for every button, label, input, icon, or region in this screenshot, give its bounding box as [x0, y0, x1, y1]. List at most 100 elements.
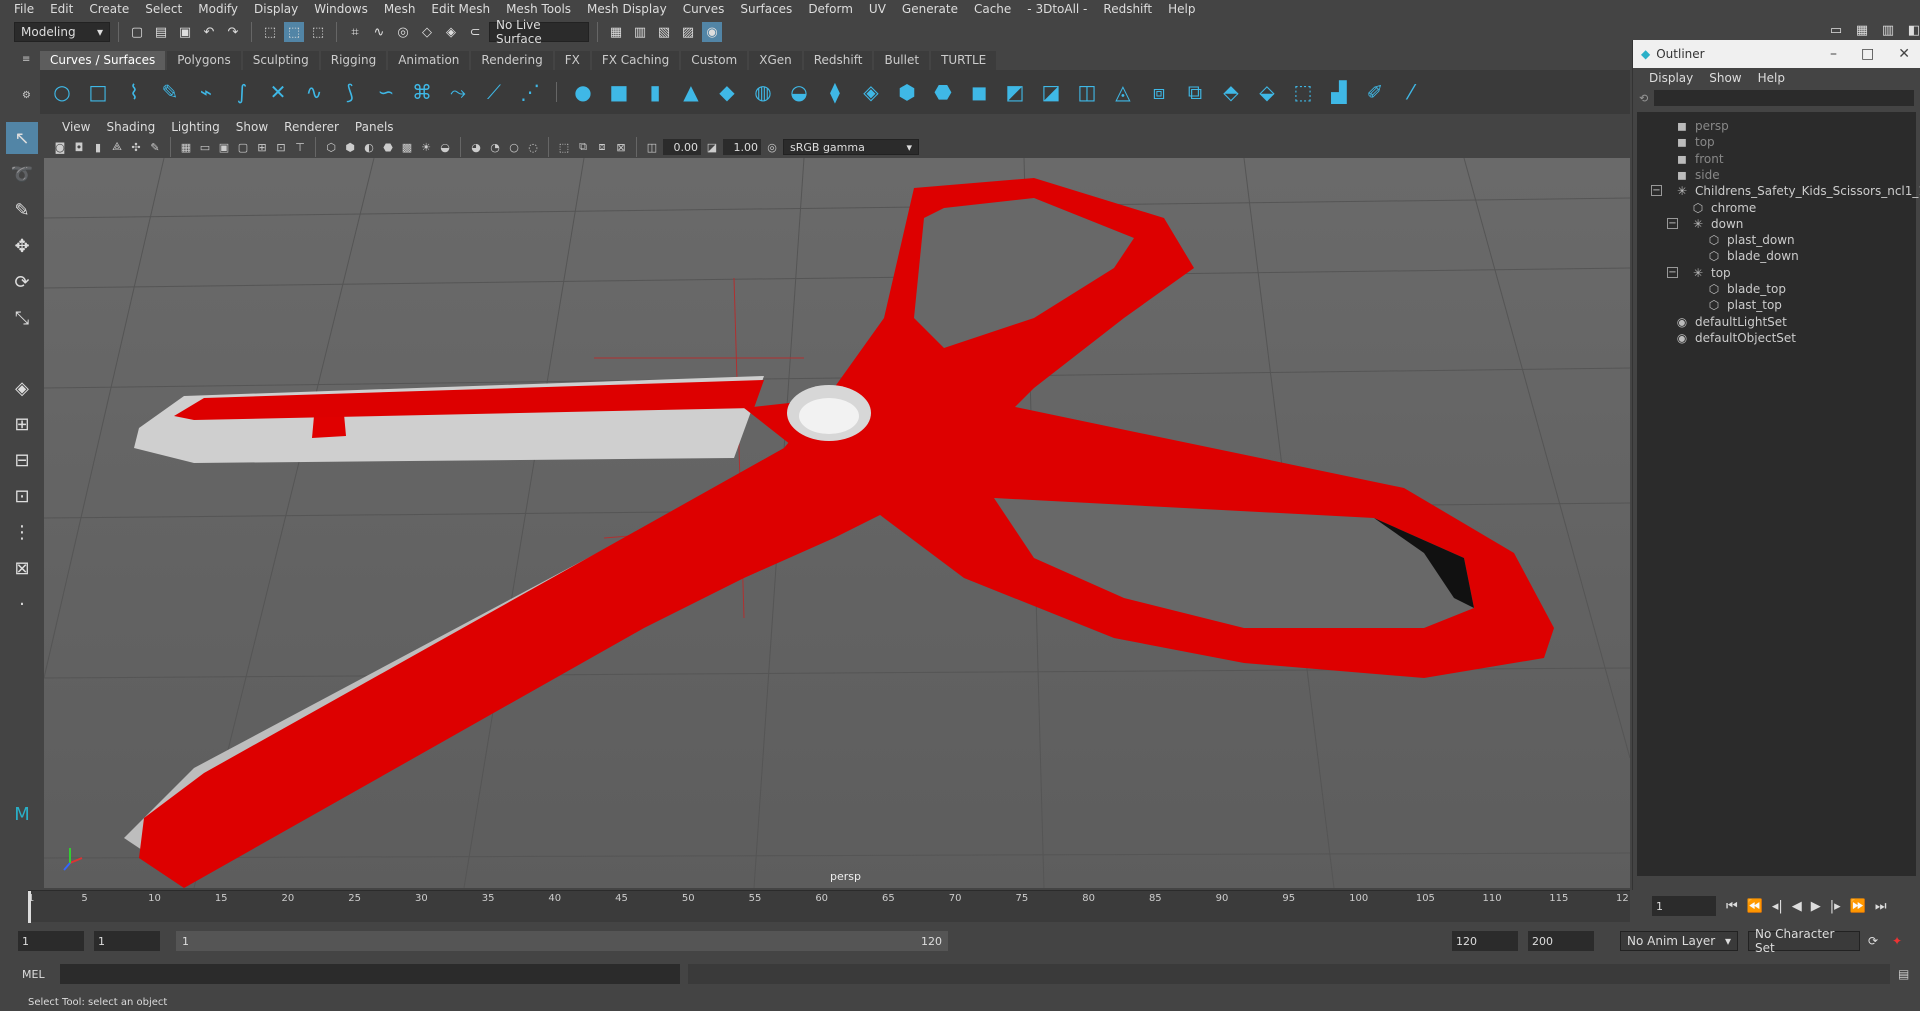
command-language-label[interactable]: MEL: [22, 968, 52, 981]
camera-attributes-icon[interactable]: ◘: [71, 139, 87, 155]
outliner-menu-show[interactable]: Show: [1701, 71, 1749, 85]
shelf-menu-icon[interactable]: ≡: [22, 54, 32, 65]
hypershade-layout-icon[interactable]: ⊠: [6, 552, 38, 584]
select-object-icon[interactable]: ⬚: [284, 22, 304, 42]
ipr-render-icon[interactable]: ▥: [630, 22, 650, 42]
outliner-menu-help[interactable]: Help: [1750, 71, 1793, 85]
safe-title-icon[interactable]: ⊤: [292, 139, 308, 155]
shelf-tab-turtle[interactable]: TURTLE: [931, 51, 997, 70]
bevel-plus-icon[interactable]: ◪: [1037, 78, 1065, 106]
exposure-icon[interactable]: ◫: [644, 139, 660, 155]
xray-components-icon[interactable]: ⊠: [613, 139, 629, 155]
layout-four-icon[interactable]: ▦: [1852, 20, 1872, 40]
menu-cache[interactable]: Cache: [966, 2, 1019, 16]
play-forward-icon[interactable]: ▶: [1811, 899, 1821, 914]
step-back-key-icon[interactable]: ⏪: [1747, 899, 1763, 914]
anim-layer-dropdown[interactable]: No Anim Layer ▾: [1620, 931, 1738, 951]
toolkit-icon[interactable]: ◧: [1904, 20, 1920, 40]
maximize-icon[interactable]: □: [1861, 46, 1874, 62]
viewport-persp[interactable]: persp: [44, 158, 1630, 888]
exposure-field[interactable]: 0.00: [663, 139, 701, 155]
menu-mesh-tools[interactable]: Mesh Tools: [498, 2, 579, 16]
extrude-icon[interactable]: ⬢: [893, 78, 921, 106]
panel-menu-panels[interactable]: Panels: [347, 120, 402, 134]
move-tool-icon[interactable]: ✥: [6, 230, 38, 262]
scale-tool-icon[interactable]: ⤡: [6, 302, 38, 334]
gamma-field[interactable]: 1.00: [723, 139, 761, 155]
auto-key-icon[interactable]: ⟳: [1868, 934, 1878, 948]
default-lighting-icon[interactable]: ◐: [361, 139, 377, 155]
filter-icon[interactable]: ⟲: [1639, 92, 1648, 105]
film-gate-icon[interactable]: ▭: [197, 139, 213, 155]
shelf-tab-polygons[interactable]: Polygons: [167, 51, 241, 70]
nurbs-plane-icon[interactable]: ◆: [713, 78, 741, 106]
shelf-tab-fx-caching[interactable]: FX Caching: [591, 51, 680, 70]
anim-prefs-icon[interactable]: ✦: [1892, 934, 1902, 948]
detach-surfaces-icon[interactable]: ⬙: [1253, 78, 1281, 106]
snap-curve-icon[interactable]: ∿: [369, 22, 389, 42]
animation-start-field[interactable]: 1: [18, 931, 84, 951]
shelf-settings-icon[interactable]: ⚙: [22, 90, 32, 101]
menu-curves[interactable]: Curves: [675, 2, 733, 16]
surface-editing-icon[interactable]: ✐: [1361, 78, 1389, 106]
camera-select-icon[interactable]: ◙: [52, 139, 68, 155]
persp-graph-layout-icon[interactable]: ⊡: [6, 480, 38, 512]
safe-action-icon[interactable]: ⊡: [273, 139, 289, 155]
bookmark-icon[interactable]: ▮: [90, 139, 106, 155]
panel-menu-lighting[interactable]: Lighting: [163, 120, 228, 134]
single-pane-layout-icon[interactable]: ◈: [6, 372, 38, 404]
lasso-tool-icon[interactable]: ➰: [6, 158, 38, 190]
wireframe-icon[interactable]: ⬡: [323, 139, 339, 155]
wireframe-on-shaded-icon[interactable]: ⬣: [380, 139, 396, 155]
live-surface-field[interactable]: No Live Surface: [489, 18, 589, 46]
timeline-ruler[interactable]: 1 5 10 15 20 25 30 35 40 45 50 55 60 65 70 75 80 85 90 95 10…: [28, 890, 1630, 923]
nurbs-cylinder-icon[interactable]: ▮: [641, 78, 669, 106]
collapse-icon[interactable]: −: [1667, 217, 1678, 229]
nurbs-square-icon[interactable]: □: [84, 78, 112, 106]
untrim-icon[interactable]: ◬: [1109, 78, 1137, 106]
attach-curves-icon[interactable]: ∿: [300, 78, 328, 106]
rotate-tool-icon[interactable]: ⟳: [6, 266, 38, 298]
depth-of-field-icon[interactable]: ◌: [525, 139, 541, 155]
command-input[interactable]: [60, 964, 680, 984]
render-view-icon[interactable]: ◉: [702, 22, 722, 42]
menu-select[interactable]: Select: [137, 2, 190, 16]
go-to-start-icon[interactable]: ⏮: [1726, 899, 1738, 914]
menu-deform[interactable]: Deform: [800, 2, 861, 16]
textured-icon[interactable]: ▩: [399, 139, 415, 155]
xray-joints-icon[interactable]: ⧈: [594, 139, 610, 155]
menu-surfaces[interactable]: Surfaces: [732, 2, 800, 16]
snap-point-icon[interactable]: ◎: [393, 22, 413, 42]
menu-modify[interactable]: Modify: [190, 2, 246, 16]
collapse-icon[interactable]: −: [1651, 185, 1662, 197]
shadows-icon[interactable]: ◒: [437, 139, 453, 155]
two-d-pan-icon[interactable]: ✣: [128, 139, 144, 155]
panel-menu-renderer[interactable]: Renderer: [276, 120, 347, 134]
select-hierarchy-icon[interactable]: ⬚: [260, 22, 280, 42]
layout-single-icon[interactable]: ▭: [1826, 20, 1846, 40]
attach-surfaces-icon[interactable]: ⬘: [1217, 78, 1245, 106]
render-frame-icon[interactable]: ▦: [606, 22, 626, 42]
step-forward-frame-icon[interactable]: |▸: [1830, 899, 1841, 914]
menu-create[interactable]: Create: [81, 2, 137, 16]
minimize-icon[interactable]: –: [1830, 46, 1837, 62]
current-frame-field[interactable]: 1: [1652, 896, 1716, 916]
detach-curves-icon[interactable]: ⟆: [336, 78, 364, 106]
more-layouts-icon[interactable]: ·: [6, 588, 38, 620]
nurbs-cube-icon[interactable]: ■: [605, 78, 633, 106]
shelf-tab-animation[interactable]: Animation: [388, 51, 470, 70]
isolate-select-icon[interactable]: ⬚: [556, 139, 572, 155]
menu-3dtoall[interactable]: - 3DtoAll -: [1019, 2, 1095, 16]
color-management-icon[interactable]: ◎: [764, 139, 780, 155]
menu-help[interactable]: Help: [1160, 2, 1203, 16]
extend-curve-icon[interactable]: ⟋: [480, 78, 508, 106]
snap-surface-icon[interactable]: ◈: [441, 22, 461, 42]
render-settings-icon[interactable]: ▧: [654, 22, 674, 42]
offset-curve-icon[interactable]: ⌘: [408, 78, 436, 106]
insert-knot-icon[interactable]: ⋰: [516, 78, 544, 106]
shelf-tab-sculpting[interactable]: Sculpting: [242, 51, 319, 70]
intersect-surfaces-icon[interactable]: ⧉: [1181, 78, 1209, 106]
view-transform-dropdown[interactable]: sRGB gamma ▾: [783, 139, 919, 155]
shelf-tab-fx[interactable]: FX: [554, 51, 590, 70]
shelf-tab-curves-surfaces[interactable]: Curves / Surfaces: [40, 51, 166, 70]
